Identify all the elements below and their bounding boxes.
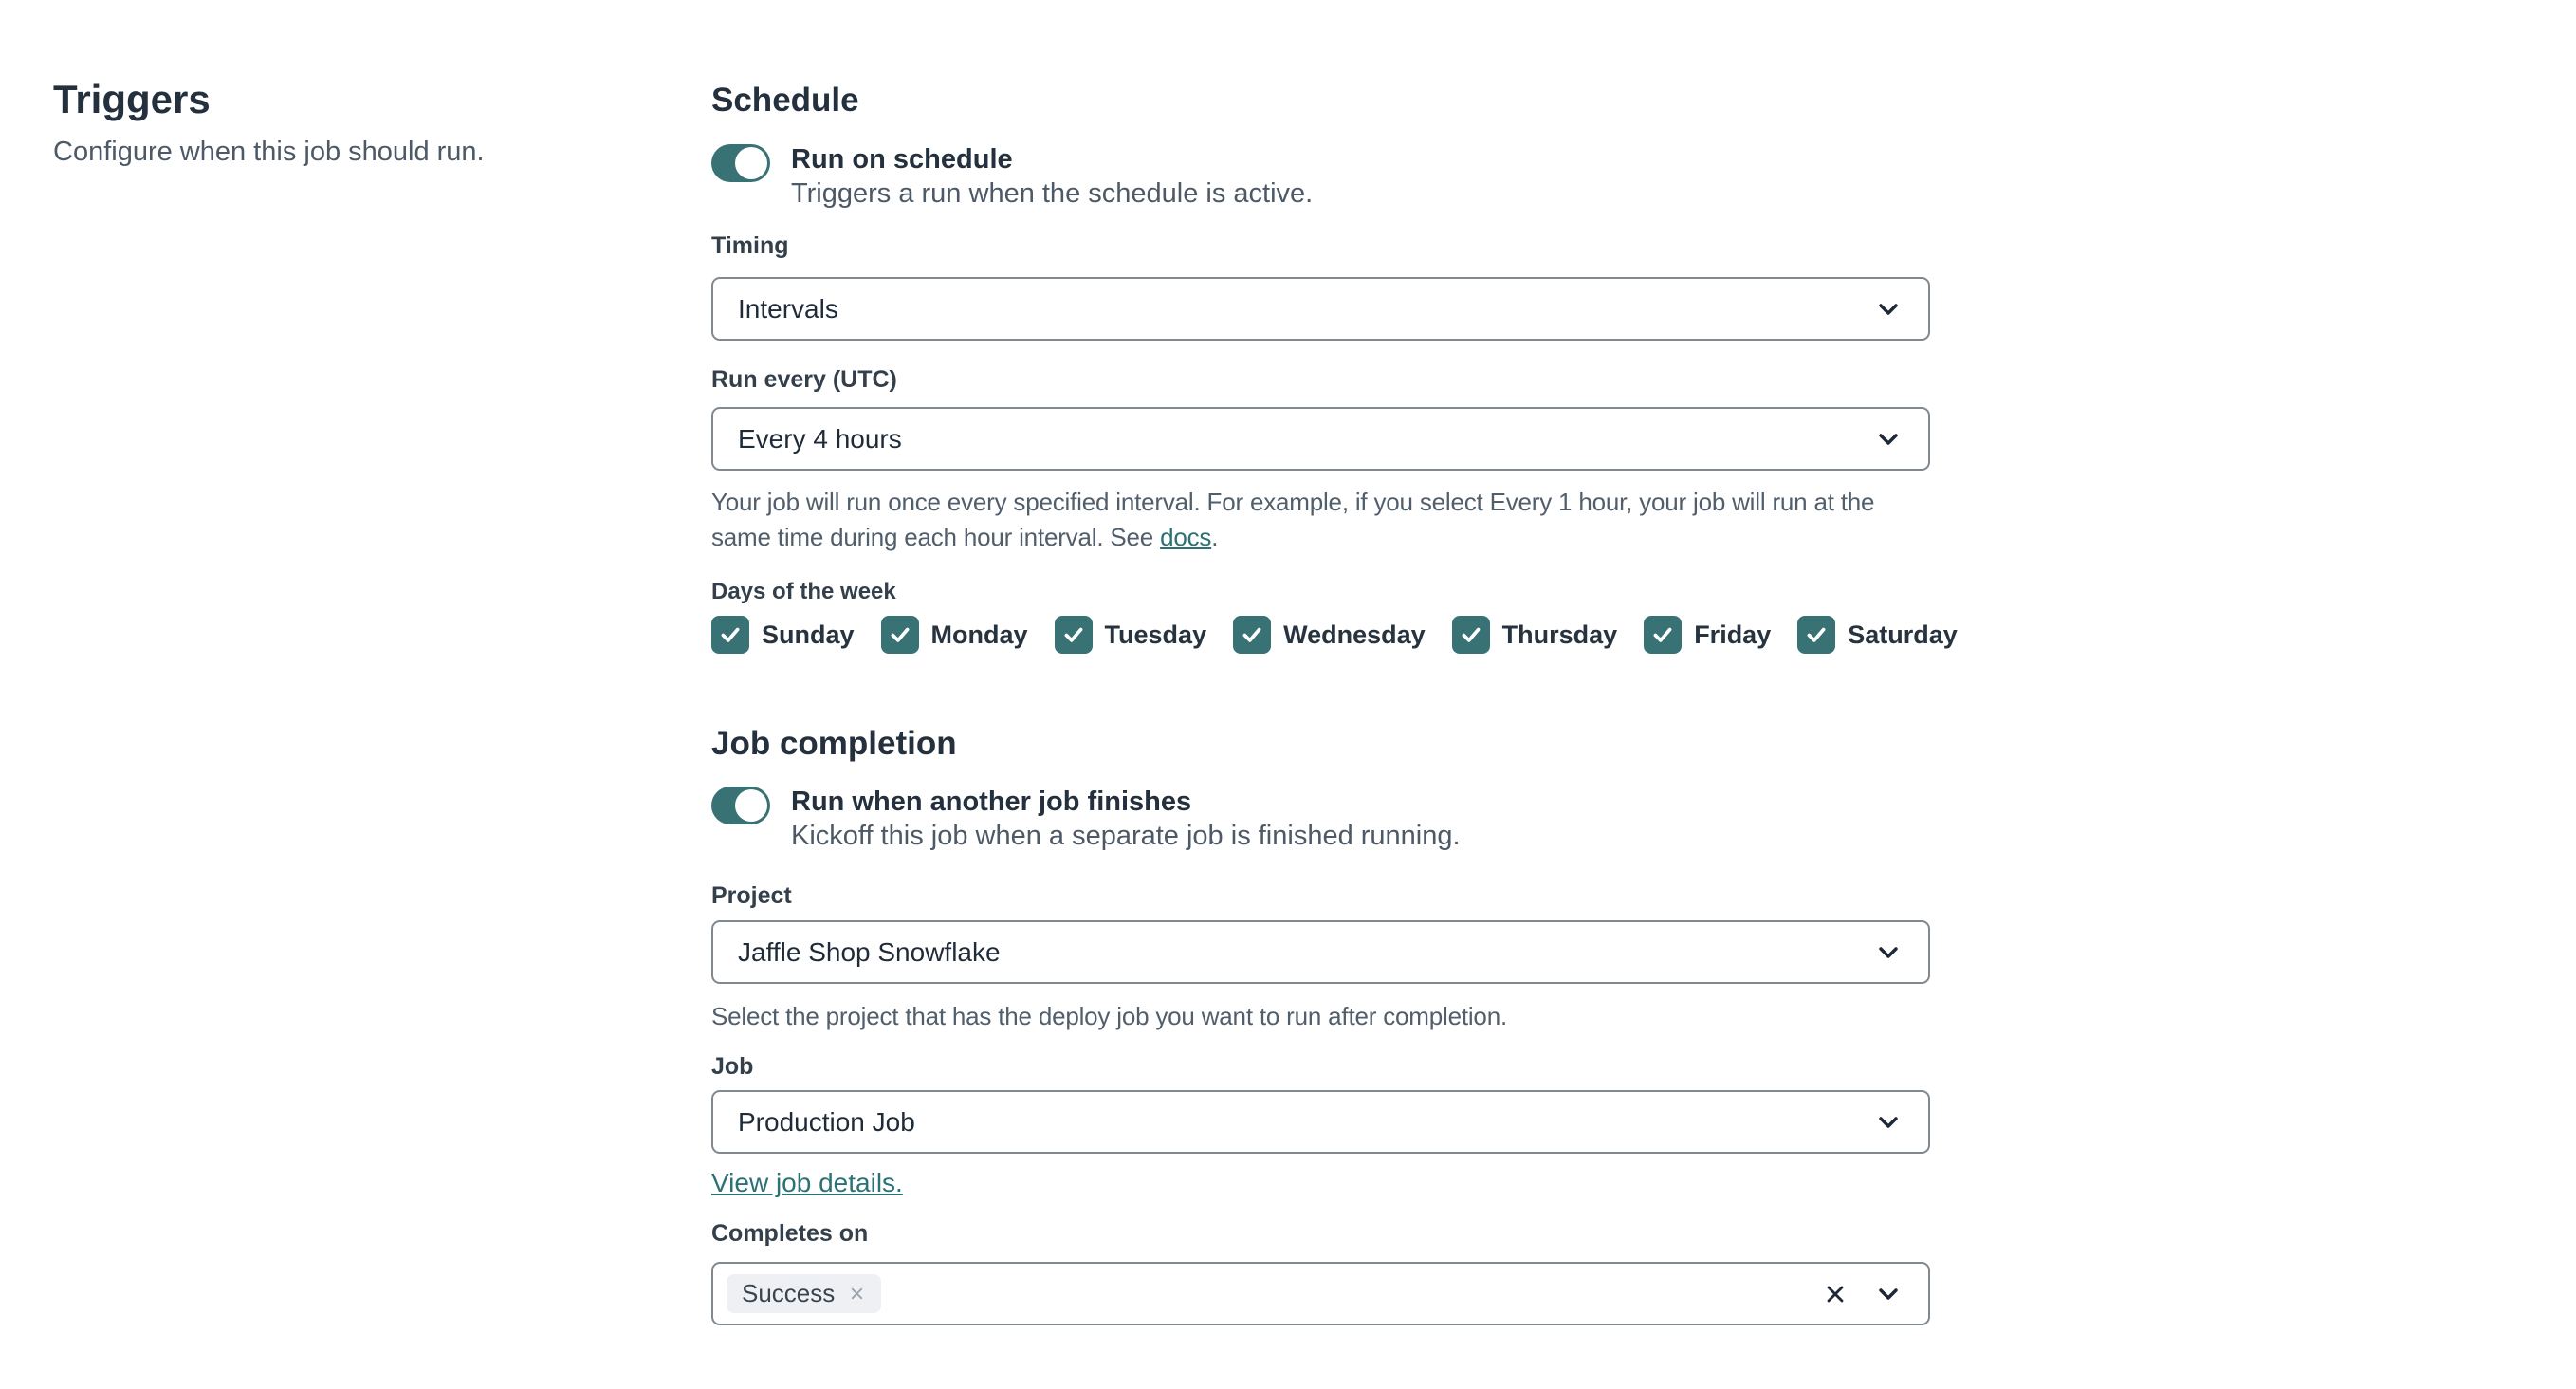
completes-on-label: Completes on bbox=[711, 1220, 869, 1247]
day-checkbox-wednesday[interactable]: Wednesday bbox=[1233, 616, 1426, 654]
timing-label: Timing bbox=[711, 232, 789, 259]
toggle-knob bbox=[735, 789, 767, 822]
triggers-form: Schedule Run on schedule Triggers a run … bbox=[711, 0, 1958, 1325]
project-select-value: Jaffle Shop Snowflake bbox=[738, 936, 1001, 967]
day-label: Thursday bbox=[1501, 620, 1618, 649]
toggle-knob bbox=[735, 147, 767, 179]
day-label: Tuesday bbox=[1104, 620, 1207, 649]
checkbox-checked-icon bbox=[1451, 616, 1490, 654]
chevron-down-icon bbox=[1873, 424, 1904, 454]
project-select[interactable]: Jaffle Shop Snowflake bbox=[711, 920, 1930, 984]
success-tag-label: Success bbox=[742, 1279, 836, 1307]
run-when-job-finishes-row: Run when another job finishes Kickoff th… bbox=[711, 785, 1930, 853]
docs-link[interactable]: docs bbox=[1160, 523, 1211, 551]
checkbox-checked-icon bbox=[1797, 616, 1836, 654]
success-tag: Success bbox=[727, 1274, 882, 1313]
run-every-select[interactable]: Every 4 hours bbox=[711, 407, 1930, 471]
page-title: Triggers bbox=[53, 77, 211, 121]
project-label: Project bbox=[711, 882, 792, 909]
day-checkbox-friday[interactable]: Friday bbox=[1644, 616, 1771, 654]
days-of-week-row: Sunday Monday Tuesday Wednesday Thursday… bbox=[711, 616, 1958, 654]
completes-on-multiselect[interactable]: Success bbox=[711, 1262, 1930, 1325]
checkbox-checked-icon bbox=[1644, 616, 1683, 654]
days-of-week-label: Days of the week bbox=[711, 579, 896, 604]
day-label: Wednesday bbox=[1283, 620, 1426, 649]
run-when-job-finishes-description: Kickoff this job when a separate job is … bbox=[791, 821, 1461, 851]
view-job-details-link[interactable]: View job details. bbox=[711, 1168, 903, 1197]
day-checkbox-thursday[interactable]: Thursday bbox=[1451, 616, 1618, 654]
job-select-value: Production Job bbox=[738, 1106, 915, 1137]
day-label: Monday bbox=[930, 620, 1028, 649]
run-on-schedule-label: Run on schedule bbox=[791, 144, 1013, 175]
chevron-down-icon bbox=[1873, 937, 1904, 968]
triggers-sidebar: Triggers Configure when this job should … bbox=[53, 76, 641, 170]
day-label: Sunday bbox=[762, 620, 855, 649]
run-on-schedule-toggle[interactable] bbox=[711, 144, 770, 182]
day-checkbox-saturday[interactable]: Saturday bbox=[1797, 616, 1958, 654]
checkbox-checked-icon bbox=[1233, 616, 1272, 654]
day-label: Friday bbox=[1694, 620, 1772, 649]
remove-tag-icon[interactable] bbox=[848, 1285, 866, 1303]
run-when-job-finishes-toggle[interactable] bbox=[711, 787, 770, 824]
run-when-job-finishes-label: Run when another job finishes bbox=[791, 787, 1192, 817]
run-on-schedule-description: Triggers a run when the schedule is acti… bbox=[791, 178, 1314, 209]
schedule-section-heading: Schedule bbox=[711, 82, 859, 119]
clear-all-icon[interactable] bbox=[1822, 1281, 1849, 1307]
checkbox-checked-icon bbox=[1054, 616, 1093, 654]
timing-select-value: Intervals bbox=[738, 293, 838, 324]
timing-select[interactable]: Intervals bbox=[711, 277, 1930, 341]
job-completion-section-heading: Job completion bbox=[711, 725, 957, 762]
chevron-down-icon bbox=[1873, 294, 1904, 324]
day-checkbox-monday[interactable]: Monday bbox=[880, 616, 1028, 654]
chevron-down-icon bbox=[1873, 1107, 1904, 1138]
run-on-schedule-row: Run on schedule Triggers a run when the … bbox=[711, 142, 1930, 211]
run-every-help-text: Your job will run once every specified i… bbox=[711, 488, 1875, 551]
day-label: Saturday bbox=[1848, 620, 1958, 649]
chevron-down-icon[interactable] bbox=[1873, 1279, 1904, 1309]
checkbox-checked-icon bbox=[711, 616, 749, 654]
day-checkbox-sunday[interactable]: Sunday bbox=[711, 616, 855, 654]
job-label: Job bbox=[711, 1053, 754, 1080]
run-every-label: Run every (UTC) bbox=[711, 366, 897, 393]
job-select[interactable]: Production Job bbox=[711, 1090, 1930, 1154]
day-checkbox-tuesday[interactable]: Tuesday bbox=[1054, 616, 1207, 654]
run-every-select-value: Every 4 hours bbox=[738, 423, 902, 454]
checkbox-checked-icon bbox=[880, 616, 919, 654]
project-help-text: Select the project that has the deploy j… bbox=[711, 1002, 1507, 1030]
page-description: Configure when this job should run. bbox=[53, 137, 485, 167]
